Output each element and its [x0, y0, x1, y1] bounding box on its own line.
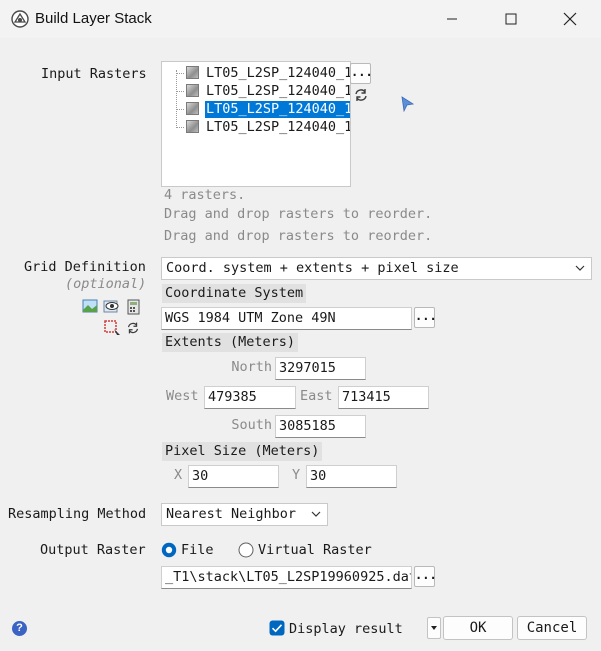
calculator-button[interactable]: [127, 299, 140, 315]
south-input[interactable]: 3085185: [275, 415, 366, 438]
west-label: West: [166, 388, 199, 404]
east-label: East: [300, 388, 333, 404]
pixel-y-label: Y: [292, 467, 301, 483]
minimize-icon: [447, 18, 457, 20]
clear-grid-button[interactable]: [104, 320, 121, 336]
pixel-size-header: Pixel Size (Meters): [162, 442, 323, 461]
optional-label: (optional): [65, 276, 147, 292]
refresh-icon: [355, 89, 367, 101]
output-raster-label: Output Raster: [40, 542, 146, 558]
chevron-down-icon: [311, 511, 321, 517]
resampling-method-dropdown[interactable]: Nearest Neighbor: [161, 503, 328, 526]
maximize-icon: [505, 13, 517, 25]
radio-unselected-icon: [238, 542, 254, 558]
eye-grid-icon: [103, 300, 119, 313]
output-file-label[interactable]: File: [181, 542, 214, 558]
app-icon: [11, 10, 29, 28]
raster-item[interactable]: LT05_L2SP_124040_1: [205, 65, 350, 82]
grid-definition-label: Grid Definition: [24, 259, 146, 275]
raster-icon: [186, 102, 199, 115]
output-browse-button[interactable]: ...: [414, 566, 437, 587]
chevron-down-icon: [575, 265, 585, 271]
pixel-y-input[interactable]: 30: [306, 465, 397, 488]
raster-icon: [186, 120, 199, 133]
image-grid-icon: [82, 299, 98, 313]
extents-header: Extents (Meters): [162, 333, 299, 352]
raster-count-text: 4 rasters.: [164, 187, 246, 203]
caret-down-icon: [431, 626, 437, 630]
tree-connector: [176, 70, 177, 128]
tree-connector: [176, 127, 184, 128]
ok-options-dropdown[interactable]: [427, 617, 441, 639]
mouse-cursor-icon: [400, 96, 415, 113]
display-result-label[interactable]: Display result: [289, 621, 403, 637]
raster-item-selected[interactable]: LT05_L2SP_124040_1: [205, 101, 350, 118]
calculator-icon: [127, 299, 140, 315]
display-result-checkbox[interactable]: [269, 620, 285, 636]
coordinate-system-field[interactable]: WGS 1984 UTM Zone 49N: [161, 307, 412, 330]
close-icon: [563, 12, 577, 26]
tree-connector: [176, 109, 184, 110]
grid-definition-dropdown[interactable]: Coord. system + extents + pixel size: [161, 257, 592, 280]
checkbox-checked-icon: [269, 620, 285, 636]
output-virtual-radio[interactable]: [238, 542, 254, 558]
minimize-button[interactable]: [432, 4, 472, 34]
tree-connector: [176, 73, 184, 74]
coordinate-system-header: Coordinate System: [162, 284, 307, 303]
radio-selected-icon: [161, 542, 177, 558]
raster-icon: [186, 66, 199, 79]
browse-rasters-button[interactable]: ...: [350, 63, 373, 84]
pixel-x-input[interactable]: 30: [188, 465, 279, 488]
north-input[interactable]: 3297015: [275, 357, 366, 380]
coordinate-system-browse-button[interactable]: ...: [414, 307, 437, 328]
input-rasters-label: Input Rasters: [41, 66, 147, 82]
reorder-hint: Drag and drop rasters to reorder.: [164, 206, 433, 222]
refresh-grid-button[interactable]: [125, 320, 141, 336]
output-file-radio[interactable]: [161, 542, 177, 558]
raster-icon: [186, 84, 199, 97]
tree-connector: [176, 91, 184, 92]
resampling-method-value: Nearest Neighbor: [166, 506, 297, 522]
north-label: North: [231, 359, 272, 375]
ok-button[interactable]: OK: [443, 616, 513, 640]
maximize-button[interactable]: [491, 4, 531, 34]
south-label: South: [231, 417, 272, 433]
west-input[interactable]: 479385: [204, 386, 296, 409]
select-from-image-button[interactable]: [82, 299, 98, 314]
resampling-method-label: Resampling Method: [8, 506, 147, 522]
clear-extent-icon: [104, 320, 120, 335]
refresh-icon: [127, 322, 139, 334]
raster-item[interactable]: LT05_L2SP_124040_1: [205, 119, 350, 136]
help-button[interactable]: ?: [12, 621, 27, 636]
grid-definition-value: Coord. system + extents + pixel size: [166, 260, 459, 276]
east-input[interactable]: 713415: [338, 386, 429, 409]
output-path-field[interactable]: _T1\stack\LT05_L2SP19960925.dat: [161, 566, 412, 589]
reorder-hint: Drag and drop rasters to reorder.: [164, 228, 433, 244]
close-button[interactable]: [550, 4, 590, 34]
refresh-rasters-button[interactable]: [352, 86, 370, 104]
view-grid-button[interactable]: [103, 299, 121, 314]
output-virtual-label[interactable]: Virtual Raster: [258, 542, 372, 558]
raster-item[interactable]: LT05_L2SP_124040_1: [205, 83, 350, 100]
pixel-x-label: X: [174, 467, 183, 483]
window-title: Build Layer Stack: [35, 10, 152, 27]
cancel-button[interactable]: Cancel: [517, 616, 587, 640]
